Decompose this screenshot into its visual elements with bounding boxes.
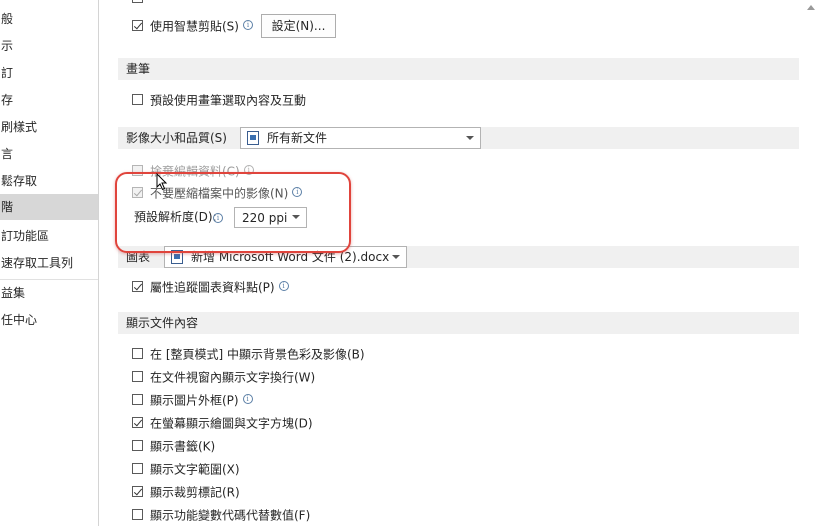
scroll-up-icon[interactable] [806, 3, 816, 13]
info-icon: i [278, 280, 289, 291]
display-option-row: 在 [整頁模式] 中顯示背景色彩及影像(B) [132, 345, 365, 363]
word-document-icon [247, 131, 259, 145]
image-quality-doc-select[interactable]: 所有新文件 [240, 127, 481, 149]
display-option-row: 顯示書籤(K) [132, 437, 215, 455]
clipped-row [132, 0, 252, 3]
display-option-label: 顯示圖片外框(P) [150, 393, 239, 408]
display-option-label: 顯示裁剪標記(R) [150, 485, 240, 500]
text-boundaries-checkbox[interactable] [132, 463, 143, 474]
crop-marks-checkbox[interactable] [132, 486, 143, 497]
display-option-row: 顯示裁剪標記(R) [132, 483, 240, 501]
field-codes-checkbox[interactable] [132, 509, 143, 520]
smart-cut-row: 使用智慧剪貼(S) i [132, 17, 253, 35]
pen-option-row: 預設使用畫筆選取內容及互動 [132, 91, 306, 109]
mouse-cursor-icon [156, 172, 168, 191]
property-tracking-checkbox[interactable] [132, 281, 143, 292]
display-background-checkbox[interactable] [132, 348, 143, 359]
bookmarks-checkbox[interactable] [132, 440, 143, 451]
display-option-label: 在文件視窗內顯示文字換行(W) [150, 370, 316, 385]
property-tracking-row: 屬性追蹤圖表資料點(P) i [132, 278, 289, 296]
pen-default-label: 預設使用畫筆選取內容及互動 [150, 93, 307, 108]
image-quality-doc-value: 所有新文件 [267, 131, 328, 145]
display-option-label: 顯示書籤(K) [150, 439, 216, 454]
chevron-down-icon [392, 255, 400, 259]
display-option-label: 顯示功能變數代碼代替數值(F) [150, 508, 311, 523]
info-icon: i [242, 19, 253, 30]
smart-cut-settings-button[interactable]: 設定(N)... [261, 14, 336, 38]
smart-cut-checkbox[interactable] [132, 20, 143, 31]
vertical-scrollbar[interactable] [806, 0, 816, 526]
display-section-header: 顯示文件內容 [118, 312, 799, 334]
display-option-row: 顯示圖片外框(P) i [132, 391, 253, 409]
smart-cut-label: 使用智慧剪貼(S) [150, 19, 239, 34]
display-option-label: 顯示文字範圍(X) [150, 462, 240, 477]
display-option-row: 顯示功能變數代碼代替數值(F) [132, 506, 310, 524]
chevron-down-icon [466, 136, 474, 140]
text-wrap-checkbox[interactable] [132, 371, 143, 382]
pen-section-header: 畫筆 [118, 58, 799, 80]
image-quality-title: 影像大小和品質(S) [126, 131, 227, 145]
display-option-row: 顯示文字範圍(X) [132, 460, 240, 478]
highlight-annotation [115, 172, 351, 253]
pen-default-checkbox[interactable] [132, 94, 143, 105]
property-tracking-label: 屬性追蹤圖表資料點(P) [150, 280, 275, 295]
display-option-label: 在螢幕顯示繪圖與文字方塊(D) [150, 416, 313, 431]
display-option-row: 在文件視窗內顯示文字換行(W) [132, 368, 315, 386]
drawings-textboxes-checkbox[interactable] [132, 417, 143, 428]
info-icon: i [242, 393, 253, 404]
advanced-options-panel: 使用智慧剪貼(S) i 設定(N)... 畫筆 預設使用畫筆選取內容及互動 影像大… [0, 0, 816, 526]
display-option-row: 在螢幕顯示繪圖與文字方塊(D) [132, 414, 313, 432]
display-option-label: 在 [整頁模式] 中顯示背景色彩及影像(B) [150, 347, 365, 362]
picture-placeholder-checkbox[interactable] [132, 394, 143, 405]
